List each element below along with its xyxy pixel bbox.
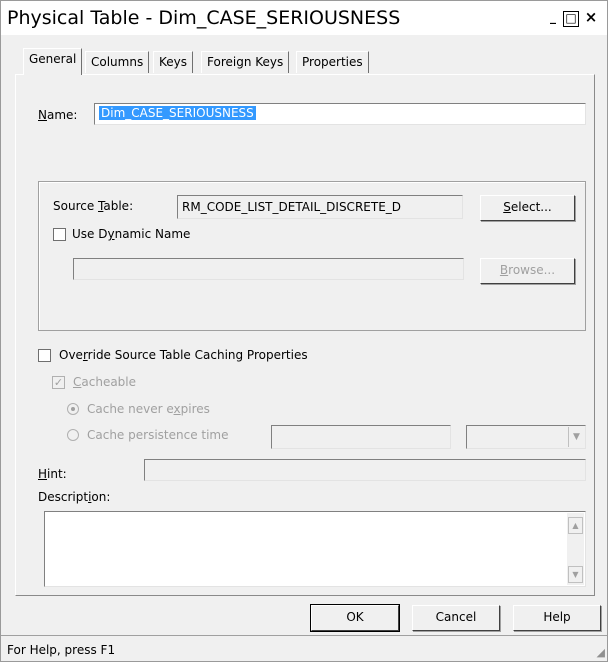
scroll-up-icon[interactable]: ▲: [568, 517, 583, 534]
cacheable-label: Cacheable: [73, 375, 137, 389]
source-table-field: RM_CODE_LIST_DETAIL_DISCRETE_D: [177, 195, 463, 219]
hint-input: [144, 459, 586, 481]
cacheable-checkbox: ✓: [52, 376, 65, 389]
cache-never-expires-radio: [67, 403, 79, 415]
minimize-button[interactable]: _: [545, 11, 561, 27]
override-caching-checkbox[interactable]: [38, 349, 51, 362]
source-table-label: Source Table:: [53, 199, 134, 213]
use-dynamic-name-label: Use Dynamic Name: [72, 227, 191, 241]
browse-button: Browse...: [480, 258, 575, 284]
tab-foreign-keys-label: Foreign Keys: [207, 55, 284, 69]
cache-persistence-unit-combo: ▼: [466, 425, 586, 449]
name-value: Dim_CASE_SERIOUSNESS: [99, 106, 256, 120]
close-button[interactable]: ×: [583, 10, 599, 27]
tab-properties-label: Properties: [302, 55, 363, 69]
cache-never-expires-label: Cache never expires: [87, 402, 210, 416]
cache-persistence-time-radio: [67, 429, 79, 441]
tab-columns[interactable]: Columns: [85, 51, 150, 73]
tab-general-label: General: [29, 52, 77, 66]
tab-keys-label: Keys: [159, 55, 188, 69]
cancel-button[interactable]: Cancel: [412, 605, 500, 631]
cache-persistence-value-input: [271, 425, 451, 449]
ok-button[interactable]: OK: [310, 604, 400, 632]
override-caching-label: Override Source Table Caching Properties: [59, 348, 308, 362]
maximize-button[interactable]: □: [563, 11, 579, 27]
status-bar: For Help, press F1 ◢: [1, 635, 607, 661]
chevron-down-icon: ▼: [568, 427, 584, 447]
dialog-window: Physical Table - Dim_CASE_SERIOUSNESS _ …: [0, 0, 608, 662]
name-input[interactable]: Dim_CASE_SERIOUSNESS: [94, 103, 586, 125]
select-button[interactable]: Select...: [480, 195, 575, 221]
window-title: Physical Table - Dim_CASE_SERIOUSNESS: [7, 7, 401, 29]
radio-selected-dot: [71, 407, 75, 411]
name-label: Name:: [38, 108, 78, 122]
description-textarea[interactable]: ▲ ▼: [44, 511, 586, 587]
status-text: For Help, press F1: [7, 643, 116, 657]
tab-keys[interactable]: Keys: [153, 51, 194, 73]
title-bar[interactable]: Physical Table - Dim_CASE_SERIOUSNESS _ …: [1, 1, 607, 35]
dynamic-name-input: [73, 258, 464, 280]
tab-foreign-keys[interactable]: Foreign Keys: [201, 51, 290, 73]
cache-persistence-time-label: Cache persistence time: [87, 428, 229, 442]
hint-label: Hint:: [38, 467, 67, 481]
tab-properties[interactable]: Properties: [296, 51, 369, 73]
description-label: Description:: [38, 490, 111, 504]
tab-general[interactable]: General: [23, 48, 83, 75]
scroll-down-icon[interactable]: ▼: [568, 566, 583, 583]
help-button[interactable]: Help: [513, 605, 601, 631]
use-dynamic-name-checkbox[interactable]: [53, 228, 66, 241]
resize-grip-icon[interactable]: ◢: [597, 646, 605, 659]
description-scrollbar[interactable]: ▲ ▼: [567, 513, 584, 585]
tab-columns-label: Columns: [91, 55, 144, 69]
